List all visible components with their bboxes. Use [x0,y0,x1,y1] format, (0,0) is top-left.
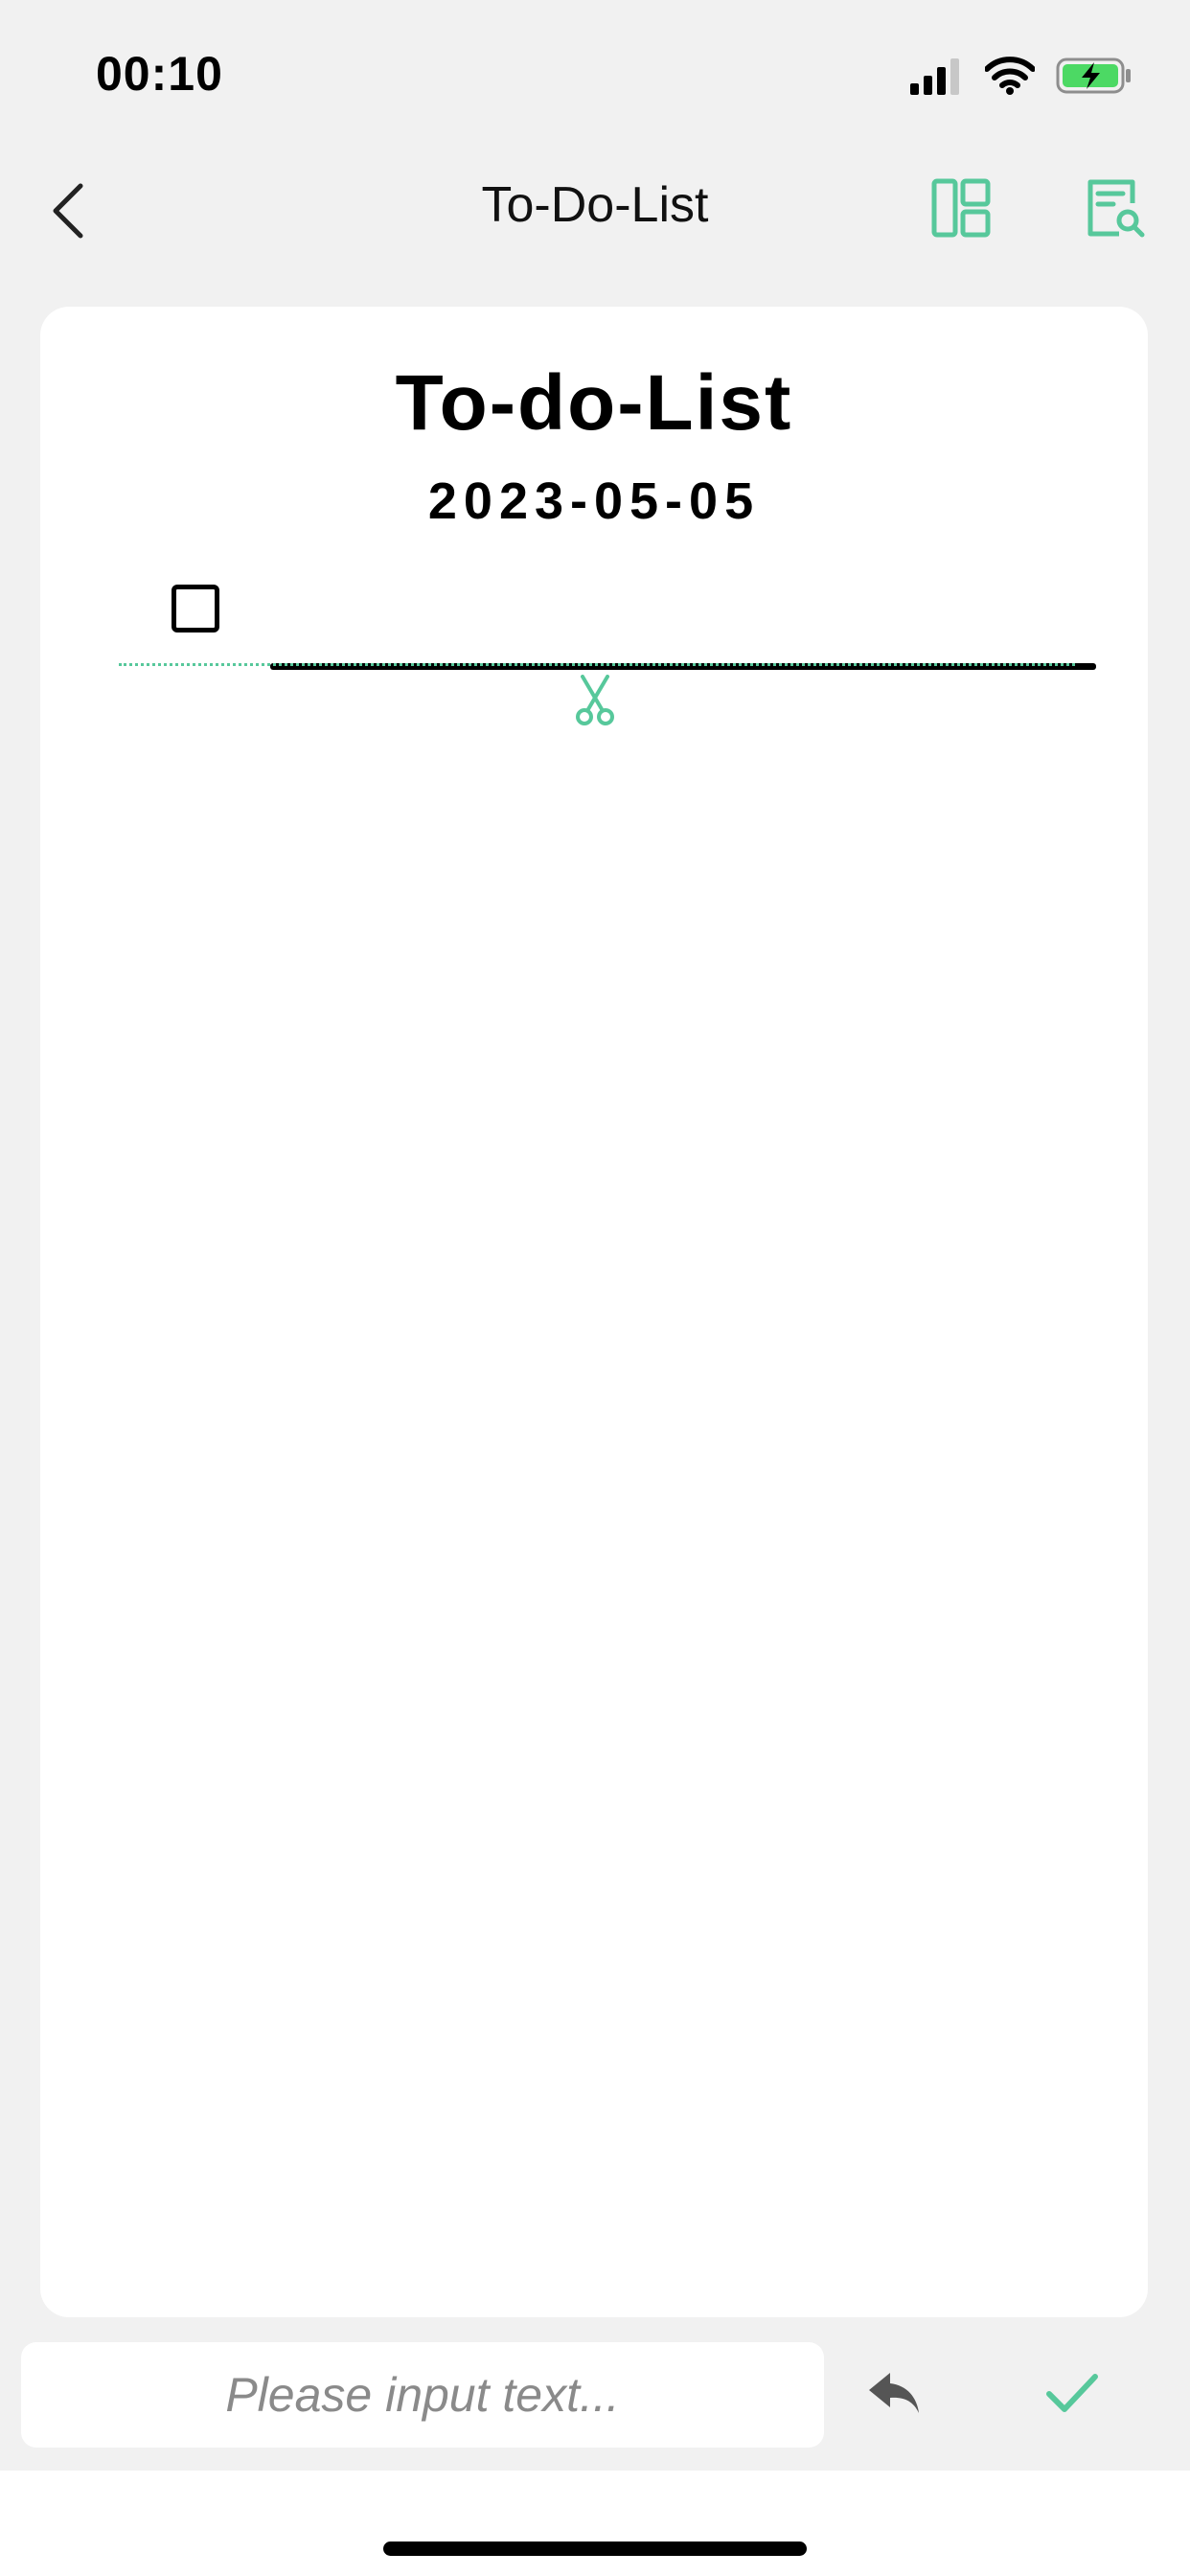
cellular-signal-icon [910,58,959,95]
todo-checkbox[interactable] [172,585,219,632]
battery-charging-icon [1056,58,1131,94]
document-card: To-do-List 2023-05-05 [40,307,1148,2317]
wifi-icon [985,57,1035,95]
status-bar: 00:10 [0,0,1190,144]
confirm-button[interactable] [1039,2359,1106,2426]
undo-icon [869,2373,919,2413]
scissors-icon[interactable] [571,675,619,726]
home-indicator[interactable] [383,2542,807,2556]
text-input[interactable] [21,2342,824,2448]
document-search-button[interactable] [1081,174,1150,243]
status-time: 00:10 [96,47,223,101]
document-search-icon [1087,179,1145,238]
document-title[interactable]: To-do-List [40,358,1148,448]
layout-button[interactable] [927,174,995,242]
status-icons [910,50,1133,102]
page-title: To-Do-List [481,177,709,233]
undo-button[interactable] [860,2359,927,2426]
checkmark-icon [1046,2374,1098,2412]
cut-line [119,663,1075,666]
layout-icon [931,178,991,238]
bottom-safe-area [0,2471,1190,2576]
document-date[interactable]: 2023-05-05 [40,472,1148,531]
